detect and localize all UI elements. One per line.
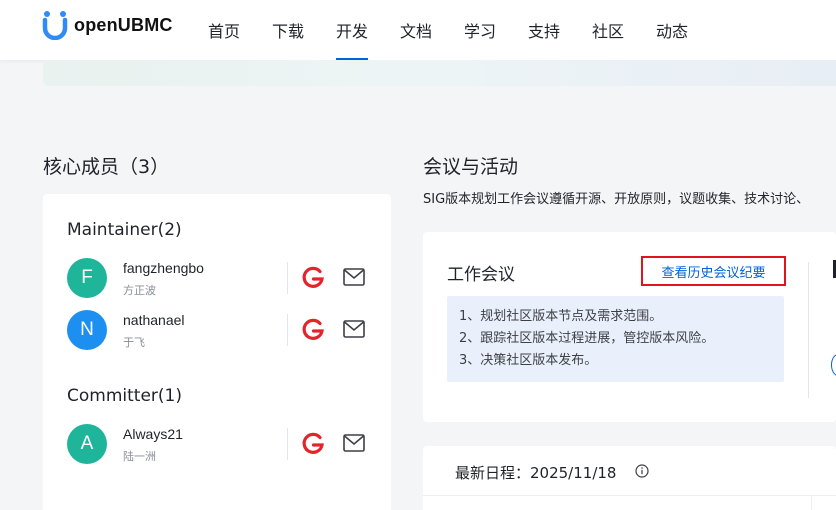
nav-item-develop[interactable]: 开发	[320, 0, 384, 60]
list-item: 2、跟踪社区版本过程进展，管控版本风险。	[459, 331, 715, 346]
member-cn-name: 方正波	[123, 284, 156, 297]
member-row: A Always21 陆一洲	[67, 424, 367, 466]
meetings-description: SIG版本规划工作会议遵循开源、开放原则，议题收集、技术讨论、	[423, 192, 810, 207]
mail-icon[interactable]	[343, 320, 365, 338]
nav-item-download[interactable]: 下载	[256, 0, 320, 60]
member-row: N nathanael 于飞	[67, 310, 367, 352]
member-name: fangzhengbo	[123, 260, 204, 276]
banner-strip	[43, 60, 836, 86]
nav-item-support[interactable]: 支持	[512, 0, 576, 60]
top-header: openUBMC 首页 下载 开发 文档 学习 支持 社区 动态	[0, 0, 836, 60]
members-title: 核心成员（3）	[43, 156, 170, 178]
nav-item-news[interactable]: 动态	[640, 0, 704, 60]
group-title-maintainer: Maintainer(2)	[67, 220, 182, 240]
member-cn-name: 陆一洲	[123, 450, 156, 463]
divider	[811, 495, 812, 510]
main-nav: 首页 下载 开发 文档 学习 支持 社区 动态	[192, 0, 704, 60]
work-meeting-card: 工作会议 查看历史会议纪要 1、规划社区版本节点及需求范围。 2、跟踪社区版本过…	[423, 232, 836, 422]
divider	[287, 262, 288, 294]
nav-item-learn[interactable]: 学习	[448, 0, 512, 60]
member-name: nathanael	[123, 312, 185, 328]
list-item: 3、决策社区版本发布。	[459, 353, 598, 368]
gitcode-g-icon[interactable]	[301, 432, 325, 456]
info-icon[interactable]	[635, 464, 649, 478]
work-meeting-title: 工作会议	[447, 265, 515, 285]
gitcode-g-icon[interactable]	[301, 266, 325, 290]
avatar: A	[67, 424, 107, 464]
logo-text: openUBMC	[74, 14, 173, 35]
divider	[287, 314, 288, 346]
view-history-minutes-button[interactable]: 查看历史会议纪要	[641, 256, 786, 286]
divider	[808, 262, 809, 398]
gitcode-g-icon[interactable]	[301, 318, 325, 342]
nav-item-home[interactable]: 首页	[192, 0, 256, 60]
member-row: F fangzhengbo 方正波	[67, 258, 367, 300]
nav-item-docs[interactable]: 文档	[384, 0, 448, 60]
mail-icon[interactable]	[343, 434, 365, 452]
avatar: N	[67, 310, 107, 350]
work-meeting-list: 1、规划社区版本节点及需求范围。 2、跟踪社区版本过程进展，管控版本风险。 3、…	[447, 296, 784, 382]
avatar: F	[67, 258, 107, 298]
meetings-title: 会议与活动	[423, 156, 519, 178]
mail-icon[interactable]	[343, 268, 365, 286]
group-title-committer: Committer(1)	[67, 386, 182, 406]
members-card: Maintainer(2) F fangzhengbo 方正波 N nathan…	[43, 194, 391, 510]
member-name: Always21	[123, 426, 183, 442]
clipped-next-card-icon	[831, 354, 836, 376]
nav-item-community[interactable]: 社区	[576, 0, 640, 60]
openubmc-logo-icon	[42, 11, 68, 40]
schedule-card: 最新日程：2025/11/18	[423, 446, 836, 510]
divider	[287, 428, 288, 460]
divider	[423, 495, 836, 496]
latest-schedule-label: 最新日程：2025/11/18	[455, 464, 617, 482]
list-item: 1、规划社区版本节点及需求范围。	[459, 309, 663, 324]
member-cn-name: 于飞	[123, 336, 145, 349]
site-logo[interactable]: openUBMC	[42, 9, 173, 41]
